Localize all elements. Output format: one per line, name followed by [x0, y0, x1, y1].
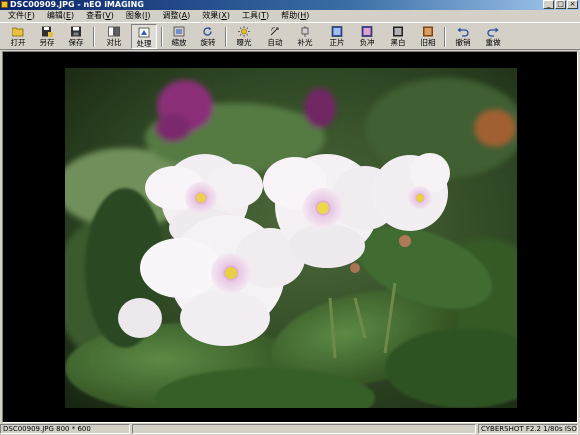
toolbar-separator: [93, 27, 95, 47]
menu-view-label: 查看: [86, 11, 103, 20]
compare-button[interactable]: 对比: [101, 24, 127, 49]
redo-button[interactable]: 重做: [480, 24, 506, 49]
app-icon[interactable]: [1, 1, 8, 8]
menu-view[interactable]: 查看(V): [82, 10, 118, 22]
black-white-icon: [393, 26, 403, 37]
menu-file[interactable]: 文件(F): [4, 10, 39, 22]
toolbar: 打开 另存 保存 对比 处理 缩放 旋转 曝光 自动 补光 正片 负冲 黑白 旧…: [0, 22, 580, 50]
close-button[interactable]: ×: [567, 0, 578, 9]
zoom-icon: [173, 26, 185, 37]
save-as-icon: [42, 26, 53, 37]
process-icon: [138, 27, 150, 38]
menu-help-label: 帮助: [281, 11, 298, 20]
status-camera-info: CYBERSHOT F2.2 1/80s ISO100: [478, 424, 578, 434]
toolbar-separator: [225, 27, 227, 47]
title-bar[interactable]: DSC00909.JPG - nEO iMAGING _ □ ×: [0, 0, 580, 10]
save-button[interactable]: 保存: [63, 24, 89, 49]
status-file-info: DSC00909.JPG 800 * 600: [0, 424, 130, 434]
fill-light-icon: [301, 26, 309, 37]
menu-adjust-label: 调整: [162, 11, 179, 20]
undo-icon: [457, 27, 469, 37]
exposure-icon: [238, 26, 250, 37]
menu-effects-label: 效果: [202, 11, 219, 20]
old-photo-icon: [423, 26, 433, 37]
rotate-button[interactable]: 旋转: [195, 24, 221, 49]
menu-image-label: 图象: [125, 11, 142, 20]
redo-icon: [487, 27, 499, 37]
menu-image[interactable]: 图象(I): [122, 10, 155, 22]
cross-process-button[interactable]: 负冲: [354, 24, 380, 49]
process-button[interactable]: 处理: [131, 24, 157, 49]
menu-edit[interactable]: 编辑(E): [43, 10, 78, 22]
rotate-icon: [203, 27, 212, 36]
auto-icon: [270, 27, 279, 36]
auto-button[interactable]: 自动: [262, 24, 288, 49]
menu-help[interactable]: 帮助(H): [277, 10, 313, 22]
positive-button[interactable]: 正片: [324, 24, 350, 49]
open-button[interactable]: 打开: [5, 24, 31, 49]
photo-african-violets[interactable]: [65, 68, 517, 408]
save-as-button[interactable]: 另存: [34, 24, 60, 49]
toolbar-separator: [444, 27, 446, 47]
old-photo-button[interactable]: 旧相: [415, 24, 441, 49]
fill-light-button[interactable]: 补光: [292, 24, 318, 49]
black-white-button[interactable]: 黑白: [385, 24, 411, 49]
undo-button[interactable]: 撤销: [450, 24, 476, 49]
menu-bar: 文件(F) 编辑(E) 查看(V) 图象(I) 调整(A) 效果(X) 工具(T…: [0, 10, 580, 22]
window-title: DSC00909.JPG - nEO iMAGING: [10, 0, 144, 9]
toolbar-separator: [161, 27, 163, 47]
open-folder-icon: [12, 27, 24, 37]
maximize-button[interactable]: □: [555, 0, 566, 9]
image-viewport[interactable]: [2, 51, 578, 423]
minimize-button[interactable]: _: [543, 0, 554, 9]
menu-adjust[interactable]: 调整(A): [159, 10, 195, 22]
status-bar: DSC00909.JPG 800 * 600 CYBERSHOT F2.2 1/…: [0, 424, 580, 435]
zoom-button[interactable]: 缩放: [166, 24, 192, 49]
window-controls: _ □ ×: [543, 0, 578, 9]
menu-tools-label: 工具: [241, 11, 258, 20]
exposure-button[interactable]: 曝光: [231, 24, 257, 49]
save-icon: [71, 26, 81, 37]
photo-canvas: [65, 68, 517, 408]
positive-icon: [331, 26, 343, 37]
compare-icon: [108, 26, 120, 37]
cross-process-icon: [361, 26, 373, 37]
menu-effects[interactable]: 效果(X): [198, 10, 234, 22]
menu-file-label: 文件: [8, 11, 24, 20]
menu-edit-label: 编辑: [46, 11, 63, 20]
status-pane-empty: [132, 424, 476, 434]
menu-tools[interactable]: 工具(T): [238, 10, 273, 22]
